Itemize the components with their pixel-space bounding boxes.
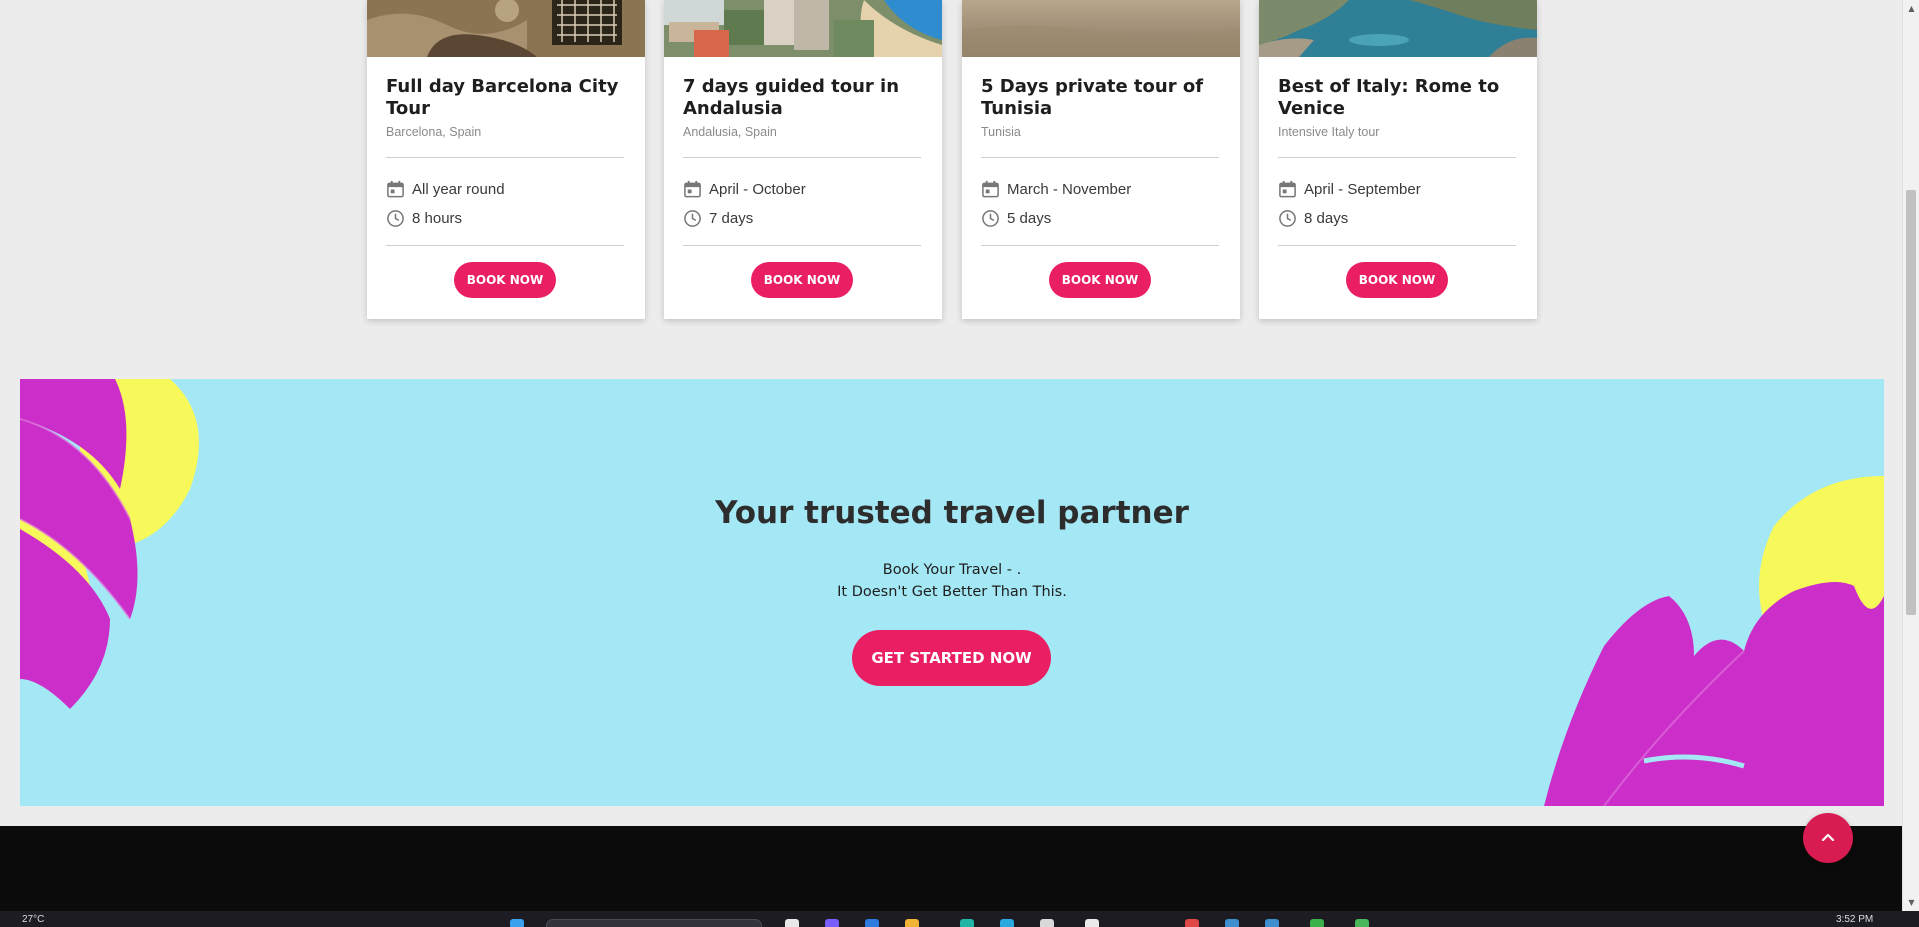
book-now-button[interactable]: BOOK NOW [1049,262,1151,298]
tour-season: All year round [386,178,505,200]
divider [1278,245,1516,246]
tour-card: Best of Italy: Rome to Venice Intensive … [1259,0,1537,319]
taskbar-app-icon[interactable] [785,919,799,927]
tour-card: Full day Barcelona City Tour Barcelona, … [367,0,645,319]
tour-location: Andalusia, Spain [683,125,777,139]
tour-image[interactable] [1259,0,1537,57]
tropical-leaf-left-decoration [20,379,199,709]
taskbar-app-icon[interactable] [960,919,974,927]
clock-icon [982,209,999,227]
tour-title[interactable]: 5 Days private tour of Tunisia [981,76,1226,120]
banner-heading: Your trusted travel partner [715,495,1189,531]
taskbar-app-icon[interactable] [905,919,919,927]
tour-card: 7 days guided tour in Andalusia Andalusi… [664,0,942,319]
tour-duration-text: 7 days [709,209,754,227]
tour-duration-text: 8 days [1304,209,1349,227]
taskbar-app-icon[interactable] [1225,919,1239,927]
banner-subtext-line2: It Doesn't Get Better Than This. [837,584,1067,600]
tour-duration-text: 8 hours [412,209,463,227]
divider [386,245,624,246]
divider [981,157,1219,158]
book-now-button[interactable]: BOOK NOW [751,262,853,298]
tour-image[interactable] [664,0,942,57]
taskbar-clock[interactable]: 3:52 PM [1836,914,1873,925]
tour-title[interactable]: 7 days guided tour in Andalusia [683,76,928,120]
tour-title[interactable]: Full day Barcelona City Tour [386,76,631,120]
tour-title[interactable]: Best of Italy: Rome to Venice [1278,76,1523,120]
scroll-down-arrow-icon[interactable]: ▼ [1903,894,1919,911]
divider [683,157,921,158]
tour-card: 5 Days private tour of Tunisia Tunisia M… [962,0,1240,319]
footer [0,826,1902,911]
tour-duration: 8 days [1278,207,1348,229]
tour-season-text: All year round [412,180,505,198]
tour-duration-text: 5 days [1007,209,1052,227]
tour-location: Barcelona, Spain [386,125,482,139]
back-to-top-button[interactable] [1803,813,1853,863]
tour-duration: 7 days [683,207,753,229]
tour-duration: 8 hours [386,207,462,229]
taskbar-weather[interactable]: 27°C [22,914,44,925]
tour-image[interactable] [367,0,645,57]
taskbar-app-icon[interactable] [865,919,879,927]
calendar-icon [684,180,701,197]
banner-subtext: Book Your Travel - . It Doesn't Get Bett… [20,559,1884,603]
os-taskbar: 27°C 3:52 PM [0,911,1919,927]
taskbar-app-icon[interactable] [1000,919,1014,927]
tour-season-text: April - October [709,180,806,198]
tour-season-text: April - September [1304,180,1421,198]
book-now-button[interactable]: BOOK NOW [1346,262,1448,298]
divider [683,245,921,246]
chevron-up-icon [1821,833,1835,842]
tour-season: March - November [981,178,1131,200]
tour-location: Tunisia [981,125,1021,139]
scroll-up-arrow-icon[interactable]: ▲ [1903,0,1919,17]
taskbar-app-icon[interactable] [1185,919,1199,927]
taskbar-search-box[interactable] [546,919,762,927]
cta-banner: Your trusted travel partner Book Your Tr… [20,379,1884,806]
divider [1278,157,1516,158]
clock-icon [387,209,404,227]
clock-icon [684,209,701,227]
taskbar-app-icon[interactable] [1355,919,1369,927]
clock-icon [1279,209,1296,227]
taskbar-app-icon[interactable] [1265,919,1279,927]
banner-subtext-line1: Book Your Travel - . [882,562,1022,578]
divider [981,245,1219,246]
calendar-icon [982,180,999,197]
tour-season: April - October [683,178,806,200]
tour-cards: Full day Barcelona City Tour Barcelona, … [367,0,1539,320]
tour-image[interactable] [962,0,1240,57]
tour-season-text: March - November [1007,180,1132,198]
book-now-button[interactable]: BOOK NOW [454,262,556,298]
divider [386,157,624,158]
page: Full day Barcelona City Tour Barcelona, … [0,0,1902,911]
windows-start-icon[interactable] [510,919,524,927]
scrollbar-thumb[interactable] [1906,190,1916,615]
taskbar-app-icon[interactable] [1040,919,1054,927]
calendar-icon [387,180,404,197]
taskbar-app-icon[interactable] [1310,919,1324,927]
taskbar-app-icon[interactable] [1085,919,1099,927]
tour-location: Intensive Italy tour [1278,125,1380,139]
tour-duration: 5 days [981,207,1051,229]
tour-season: April - September [1278,178,1421,200]
calendar-icon [1279,180,1296,197]
vertical-scrollbar[interactable]: ▲ ▼ [1902,0,1919,911]
taskbar-app-icon[interactable] [825,919,839,927]
get-started-button[interactable]: GET STARTED NOW [852,630,1051,686]
